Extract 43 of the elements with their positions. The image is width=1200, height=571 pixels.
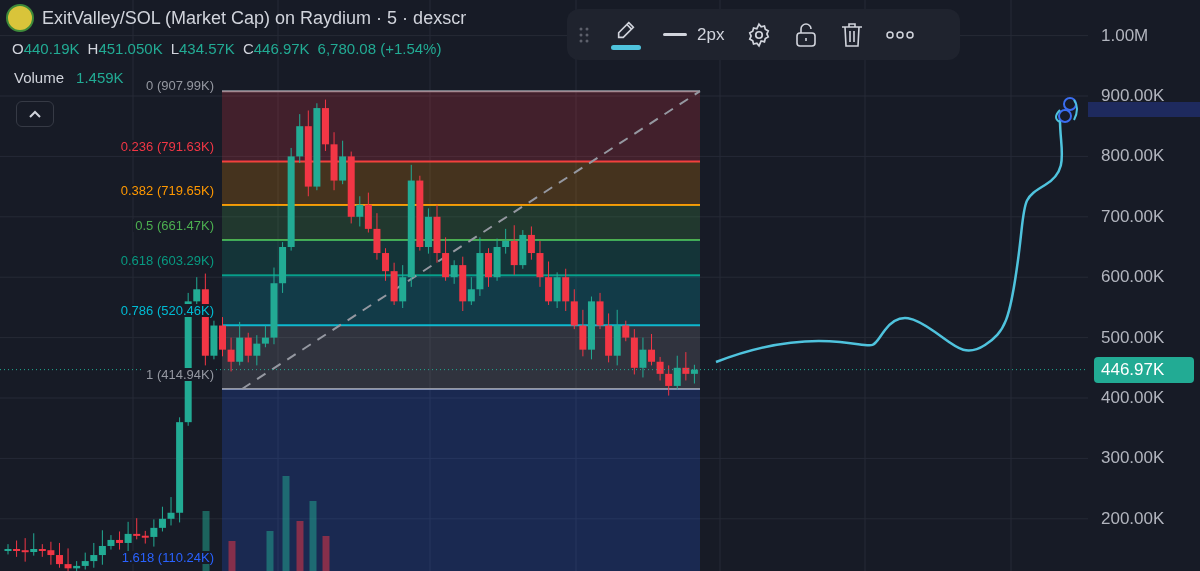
line-width-icon — [663, 33, 687, 36]
price-tick-label: 600.00K — [1101, 268, 1165, 286]
chart-title: ExitValley/SOL (Market Cap) on Raydium · 5 · dexscr — [42, 6, 467, 30]
fib-level-label: 0.5 (661.47K) — [133, 219, 216, 233]
chevron-up-icon — [29, 110, 41, 118]
collapse-button[interactable] — [16, 101, 54, 127]
current-price-label: 446.97K — [1094, 356, 1194, 383]
circles-icon — [1055, 97, 1078, 123]
price-tick-label: 1.00M — [1101, 26, 1149, 44]
price-change: 6,780.08 (+1.54%) — [317, 39, 442, 59]
fib-level-label: 1.618 (110.24K) — [119, 551, 216, 564]
pencil-icon — [615, 19, 637, 41]
volume-value: 1.459K — [76, 67, 124, 88]
ohlc-label: L — [170, 39, 179, 59]
ohlc-label: O — [12, 39, 24, 59]
fib-level-label: 0 (907.99K) — [144, 79, 216, 93]
token-logo-icon — [6, 4, 34, 32]
trash-icon[interactable] — [840, 21, 865, 48]
line-color-button[interactable] — [611, 19, 641, 50]
volume-label: Volume — [14, 67, 65, 88]
unlock-icon[interactable] — [794, 21, 819, 48]
fib-level-label: 1 (414.94K) — [144, 367, 216, 381]
fib-level-label: 0.786 (520.46K) — [118, 304, 216, 318]
price-tick-label: 800.00K — [1101, 147, 1165, 165]
price-tick-label: 200.00K — [1101, 509, 1165, 527]
ohlc-label: C — [242, 39, 254, 59]
ohlc-value: 440.19K — [23, 39, 80, 59]
ohlc-value: 451.050K — [98, 39, 163, 59]
price-tick-label: 500.00K — [1101, 328, 1165, 346]
price-tick-label: 700.00K — [1101, 207, 1165, 225]
more-icon[interactable] — [886, 30, 915, 39]
ohlc-value: 434.57K — [179, 39, 235, 59]
fib-level-label: 0.618 (603.29K) — [118, 254, 216, 268]
price-tick-label: 400.00K — [1101, 389, 1165, 406]
color-swatch — [611, 45, 641, 50]
ohlc-label: H — [87, 39, 99, 59]
ohlc-value: 446.97K — [253, 39, 310, 59]
price-tick-label: 900.00K — [1101, 87, 1165, 104]
price-tick-label: 300.00K — [1101, 449, 1165, 467]
fib-level-label: 0.382 (719.65K) — [118, 183, 216, 197]
drag-handle-icon[interactable] — [579, 25, 589, 44]
line-width-button[interactable]: 2px — [663, 21, 725, 48]
fib-level-label: 0.236 (791.63K) — [118, 140, 216, 154]
